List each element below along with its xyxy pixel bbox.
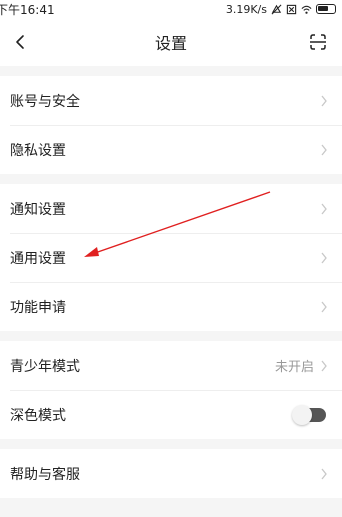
settings-item-label: 深色模式 (10, 407, 66, 424)
status-bar: 下午16:41 3.19K/s (0, 0, 342, 18)
settings-item-help-support[interactable]: 帮助与客服 (0, 449, 342, 498)
settings-item-label: 通知设置 (10, 201, 66, 218)
scan-icon (310, 34, 326, 50)
settings-group-help: 帮助与客服 (0, 449, 342, 498)
chevron-right-icon (321, 144, 327, 155)
settings-item-label: 账号与安全 (10, 93, 80, 110)
settings-item-label: 通用设置 (10, 250, 66, 267)
chevron-right-icon (321, 301, 327, 312)
status-icons: 3.19K/s (226, 3, 336, 16)
teen-mode-status-wrap: 未开启 (275, 356, 328, 375)
toggle-knob (292, 404, 312, 425)
settings-item-privacy[interactable]: 隐私设置 (0, 125, 342, 174)
settings-item-notifications[interactable]: 通知设置 (0, 184, 342, 233)
net-speed: 3.19K/s (225, 2, 267, 16)
settings-group-general: 通知设置 通用设置 功能申请 (0, 184, 342, 331)
settings-item-label: 青少年模式 (10, 358, 80, 375)
status-time: 下午16:41 (0, 2, 55, 17)
chevron-right-icon (321, 468, 327, 479)
back-button[interactable] (0, 18, 40, 66)
settings-item-label: 帮助与客服 (10, 466, 80, 483)
chevron-left-icon (16, 35, 24, 49)
settings-item-label: 隐私设置 (10, 142, 66, 159)
settings-group-account: 账号与安全 隐私设置 (0, 76, 342, 174)
chevron-right-icon (321, 203, 327, 214)
chevron-right-icon (321, 95, 327, 106)
settings-item-dark-mode: 深色模式 (0, 390, 342, 439)
chevron-right-icon (321, 252, 327, 263)
settings-item-teen-mode[interactable]: 青少年模式 未开启 (0, 341, 342, 390)
wifi-icon (301, 5, 312, 14)
dark-mode-toggle[interactable] (292, 404, 326, 425)
settings-item-label: 功能申请 (10, 299, 66, 316)
settings-item-feature-request[interactable]: 功能申请 (0, 282, 342, 331)
battery-icon (316, 4, 336, 14)
teen-mode-status: 未开启 (274, 360, 314, 375)
settings-item-general[interactable]: 通用设置 (0, 233, 342, 282)
settings-group-modes: 青少年模式 未开启 深色模式 (0, 341, 342, 439)
page-title: 设置 (154, 34, 187, 53)
sim-icon (286, 4, 297, 14)
scan-button[interactable] (298, 18, 338, 66)
chevron-right-icon (321, 360, 327, 371)
settings-item-account-security[interactable]: 账号与安全 (0, 76, 342, 125)
nav-bar: 设置 (0, 18, 342, 66)
mute-icon (271, 4, 282, 14)
